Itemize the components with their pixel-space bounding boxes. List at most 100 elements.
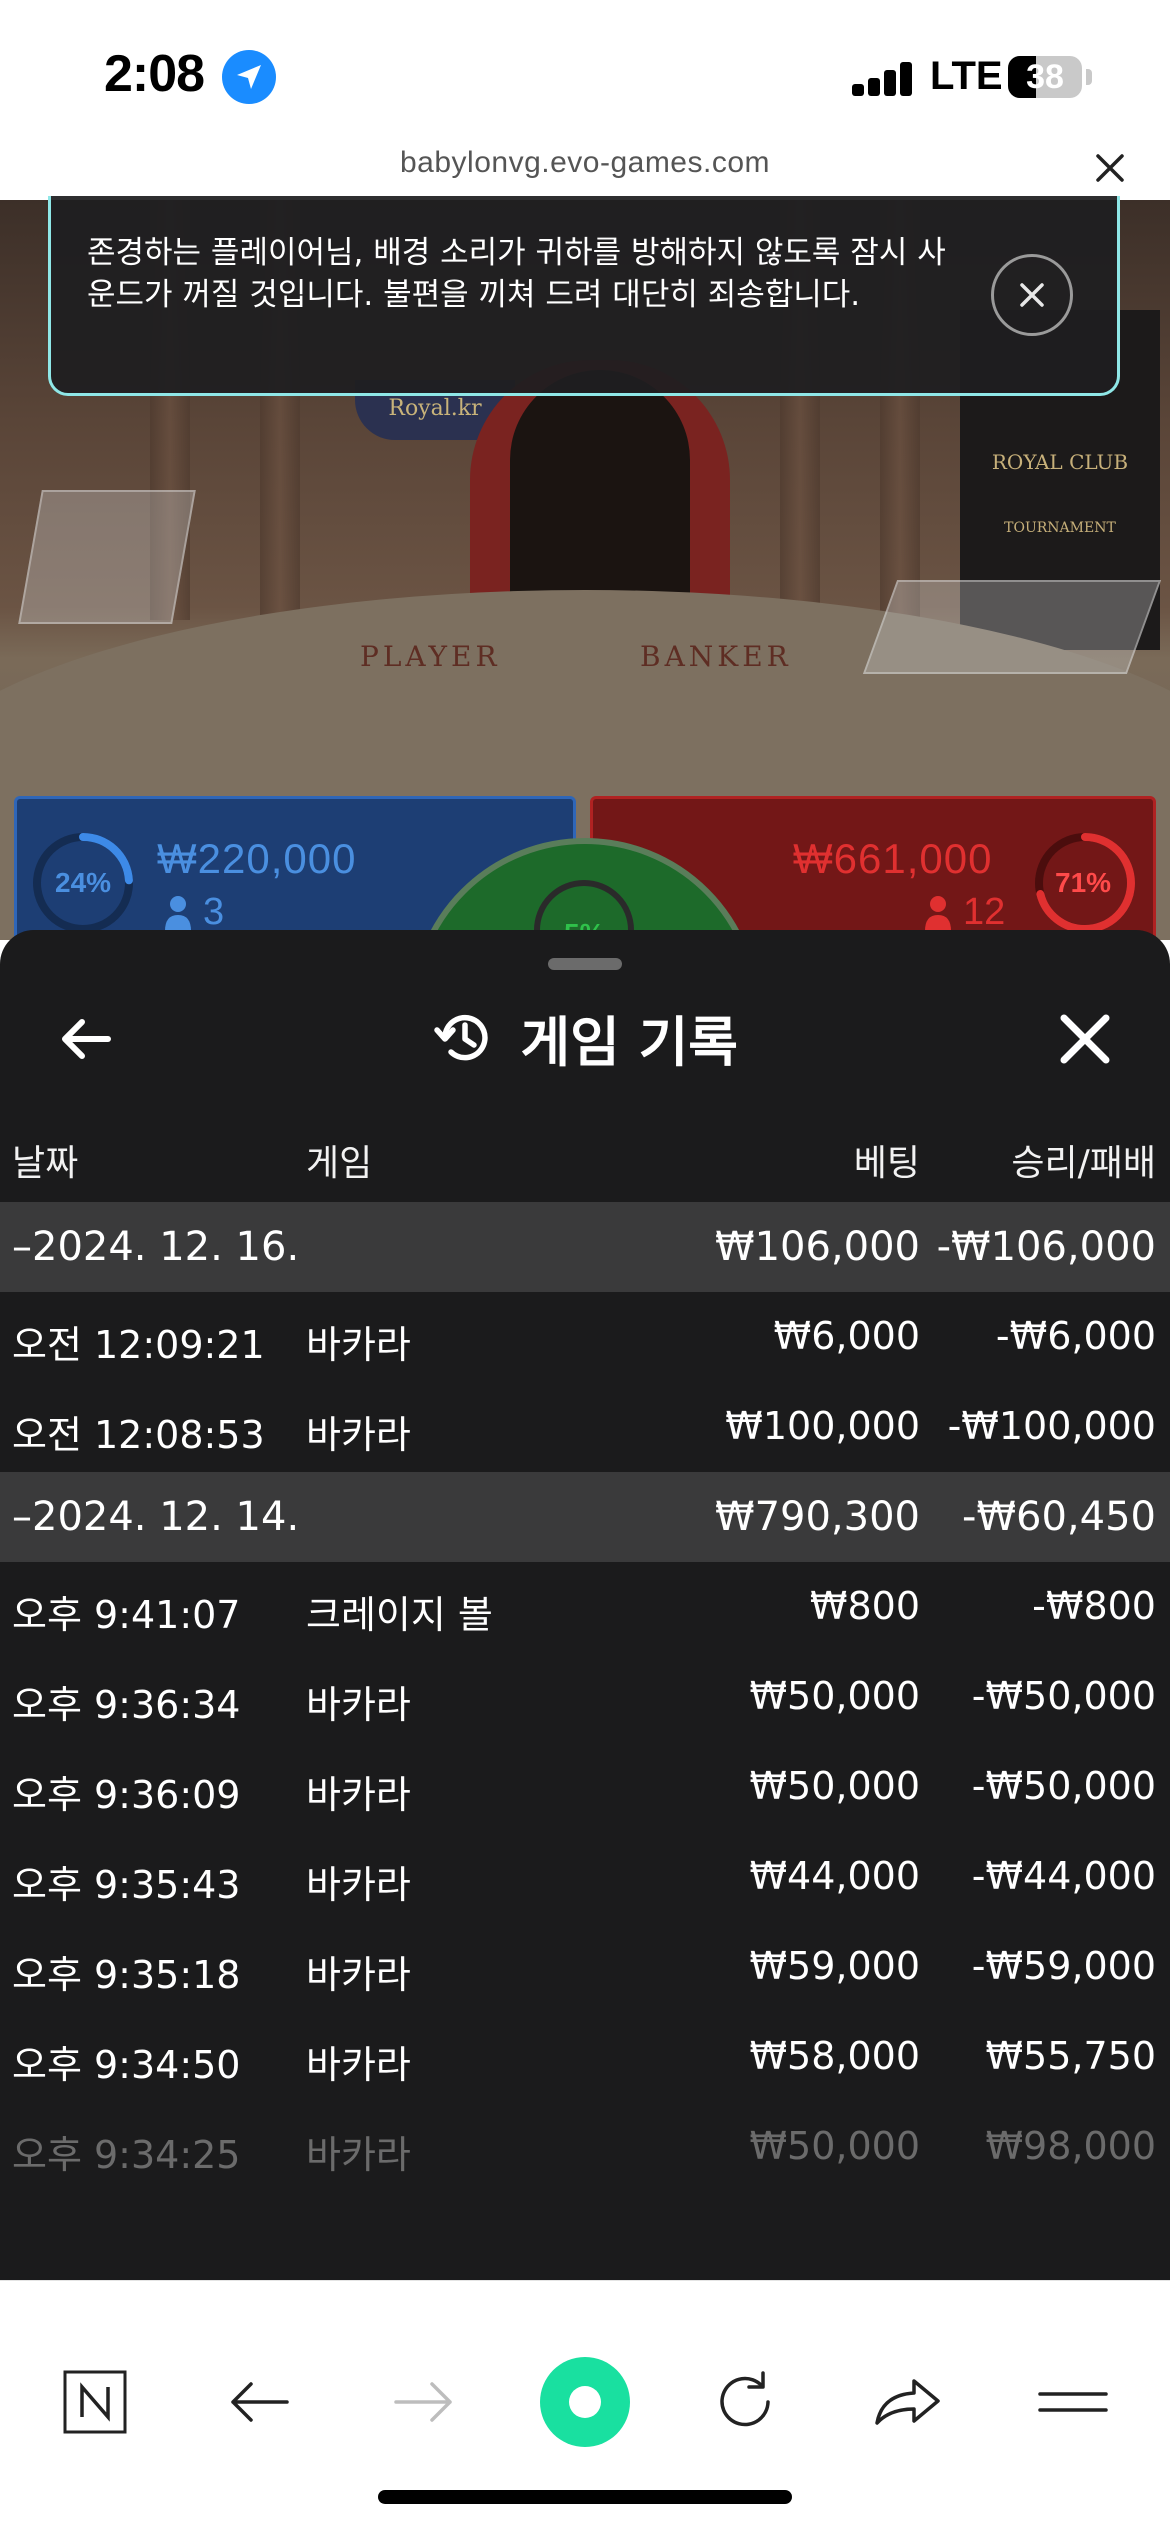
history-row-bet: ₩44,000 — [749, 1854, 920, 1898]
banker-percent: 71% — [1055, 867, 1112, 898]
player-bet-count: 3 — [203, 891, 225, 933]
green-dot-button[interactable] — [540, 2357, 630, 2447]
history-row[interactable]: 오후 9:34:25 바카라 ₩50,000 ₩98,000 — [0, 2102, 1170, 2192]
sheet-header: 게임 기록 — [0, 998, 1170, 1078]
history-column-headers: 날짜 게임 베팅 승리/패배 — [0, 1126, 1170, 1190]
history-row-game: 바카라 — [306, 1863, 411, 1907]
column-header-result: 승리/패배 — [1011, 1143, 1156, 1184]
history-row-result: ₩98,000 — [985, 2124, 1156, 2168]
history-icon — [434, 1014, 488, 1060]
history-row-date: –2024. 12. 14. — [12, 1494, 300, 1540]
history-row[interactable]: 오전 12:08:53 바카라 ₩100,000 -₩100,000 — [0, 1382, 1170, 1472]
sound-notice-banner: 존경하는 플레이어님, 배경 소리가 귀하를 방해하지 않도록 잠시 사운드가 … — [48, 196, 1120, 396]
column-header-date: 날짜 — [12, 1143, 79, 1184]
player-percent: 24% — [55, 867, 112, 898]
history-row-date: 오후 9:34:25 — [12, 2133, 241, 2177]
history-row-result: -₩6,000 — [995, 1314, 1156, 1358]
sheet-drag-handle[interactable] — [548, 958, 622, 970]
history-row-game: 바카라 — [306, 1773, 411, 1817]
history-row-result: ₩55,750 — [985, 2034, 1156, 2078]
history-row-result: -₩106,000 — [936, 1224, 1156, 1270]
history-row-game: 바카라 — [306, 1323, 411, 1367]
player-bet-amount: ₩220,000 — [157, 835, 357, 882]
history-row-date: 오후 9:35:18 — [12, 1953, 241, 1997]
banker-bet-amount: ₩661,000 — [793, 835, 993, 882]
history-row[interactable]: 오후 9:36:34 바카라 ₩50,000 -₩50,000 — [0, 1652, 1170, 1742]
naver-icon — [63, 2370, 127, 2434]
close-icon — [1060, 1014, 1110, 1064]
person-icon — [165, 896, 191, 931]
history-row[interactable]: 오후 9:34:50 바카라 ₩58,000 ₩55,750 — [0, 2012, 1170, 2102]
history-row-bet: ₩50,000 — [749, 1764, 920, 1808]
history-row-bet: ₩50,000 — [749, 1674, 920, 1718]
history-row-bet: ₩6,000 — [773, 1314, 920, 1358]
history-row-result: -₩44,000 — [971, 1854, 1156, 1898]
reload-button[interactable] — [700, 2357, 790, 2447]
column-header-bet: 베팅 — [853, 1143, 920, 1184]
history-row-date: 오전 12:09:21 — [12, 1323, 265, 1367]
battery-icon: 38 — [1008, 56, 1082, 98]
person-icon — [925, 896, 951, 931]
game-history-sheet: 게임 기록 날짜 게임 베팅 승리/패배 –2024. 12. 16. ₩106,… — [0, 930, 1170, 2280]
history-row-game: 바카라 — [306, 2133, 411, 2177]
history-row-date: 오후 9:36:09 — [12, 1773, 241, 1817]
url-text[interactable]: babylonvg.evo-games.com — [0, 146, 1170, 180]
history-row-date: 오후 9:36:34 — [12, 1683, 241, 1727]
forward-arrow-icon — [394, 2382, 452, 2422]
status-time: 2:08 — [104, 45, 205, 103]
battery-cap — [1086, 69, 1092, 85]
club-subtitle: TOURNAMENT — [1004, 520, 1116, 536]
menu-button[interactable] — [1028, 2357, 1118, 2447]
share-icon — [875, 2379, 940, 2425]
history-table: –2024. 12. 16. ₩106,000 -₩106,000 오전 12:09:… — [0, 1202, 1170, 2192]
history-row-result: -₩100,000 — [947, 1404, 1156, 1448]
location-arrow-icon — [222, 50, 276, 104]
notice-close-button[interactable] — [991, 254, 1073, 336]
banker-bet-count: 12 — [963, 891, 1006, 933]
history-row[interactable]: 오후 9:35:18 바카라 ₩59,000 -₩59,000 — [0, 1922, 1170, 2012]
history-row-result: -₩59,000 — [971, 1944, 1156, 1988]
history-row[interactable]: 오후 9:41:07 크레이지 볼 ₩800 -₩800 — [0, 1562, 1170, 1652]
history-row-game: 바카라 — [306, 1683, 411, 1727]
close-icon[interactable] — [1090, 148, 1130, 188]
history-row[interactable]: 오후 9:36:09 바카라 ₩50,000 -₩50,000 — [0, 1742, 1170, 1832]
close-history-button[interactable] — [1050, 1004, 1120, 1074]
menu-icon — [1038, 2392, 1108, 2412]
history-row-bet: ₩50,000 — [749, 2124, 920, 2168]
card-shoe — [862, 580, 1162, 674]
status-bar: 2:08 LTE 38 — [0, 0, 1170, 140]
discard-tray — [18, 490, 196, 624]
history-row-bet: ₩800 — [809, 1584, 920, 1628]
green-dot-icon — [540, 2357, 630, 2447]
home-indicator[interactable] — [378, 2490, 792, 2504]
history-row-game: 바카라 — [306, 1413, 411, 1457]
history-date-group-row[interactable]: –2024. 12. 16. ₩106,000 -₩106,000 — [0, 1202, 1170, 1292]
history-row-game: 바카라 — [306, 1953, 411, 1997]
browser-back-button[interactable] — [215, 2357, 305, 2447]
back-arrow-icon — [231, 2382, 289, 2422]
history-row-result: -₩800 — [1032, 1584, 1156, 1628]
history-row-game: 바카라 — [306, 2043, 411, 2087]
column-header-game: 게임 — [306, 1143, 373, 1184]
close-icon — [1020, 283, 1044, 307]
url-bar[interactable]: babylonvg.evo-games.com — [0, 140, 1170, 200]
history-row-bet: ₩100,000 — [725, 1404, 920, 1448]
browser-forward-button[interactable] — [378, 2357, 468, 2447]
history-row-bet: ₩106,000 — [715, 1224, 920, 1270]
history-row[interactable]: 오전 12:09:21 바카라 ₩6,000 -₩6,000 — [0, 1292, 1170, 1382]
naver-home-button[interactable] — [50, 2357, 140, 2447]
history-row-date: 오전 12:08:53 — [12, 1413, 265, 1457]
network-type: LTE — [930, 54, 1003, 98]
history-date-group-row[interactable]: –2024. 12. 14. ₩790,300 -₩60,450 — [0, 1472, 1170, 1562]
history-row-date: 오후 9:35:43 — [12, 1863, 241, 1907]
club-title: ROYAL CLUB — [991, 450, 1129, 474]
table-banker-label: BANKER — [640, 640, 792, 673]
history-row[interactable]: 오후 9:35:43 바카라 ₩44,000 -₩44,000 — [0, 1832, 1170, 1922]
sheet-title: 게임 기록 — [520, 1011, 738, 1074]
battery-level: 38 — [1026, 58, 1064, 96]
history-row-result: -₩50,000 — [971, 1764, 1156, 1808]
share-button[interactable] — [862, 2357, 952, 2447]
history-row-date: –2024. 12. 16. — [12, 1224, 300, 1270]
history-row-bet: ₩790,300 — [715, 1494, 920, 1540]
history-row-result: -₩60,450 — [962, 1494, 1156, 1540]
